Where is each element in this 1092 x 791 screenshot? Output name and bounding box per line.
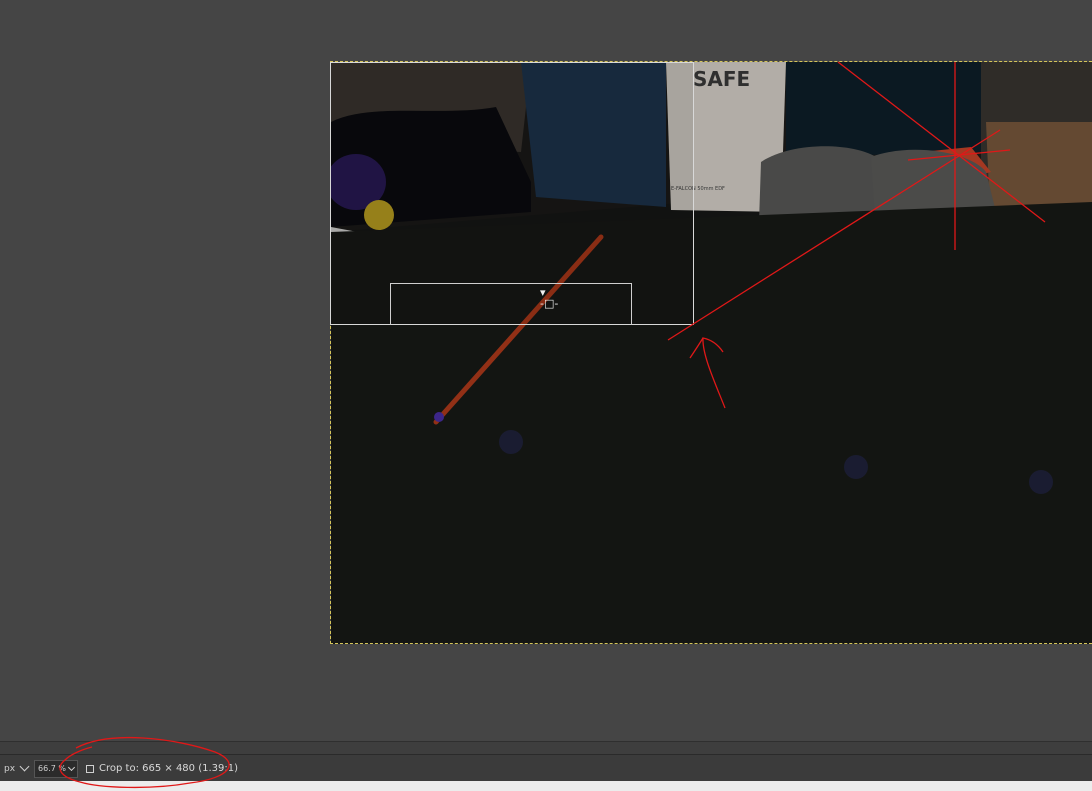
chevron-down-icon[interactable]	[67, 763, 76, 771]
zoom-value: 66.7 %	[38, 763, 67, 773]
image-canvas[interactable]: SAFE E-FALCON 50mm EDF ▾ -□-	[0, 0, 1092, 741]
crop-status-text: Crop to: 665 × 480 (1.39:1)	[99, 763, 239, 774]
crop-edge-handle[interactable]	[390, 283, 632, 325]
horizontal-scrollbar[interactable]	[0, 741, 1092, 754]
crop-resize-cursor-icon: ▾ -□-	[540, 286, 559, 310]
status-bar: px 66.7 % Crop to: 665 × 480 (1.39:1)	[0, 754, 1092, 782]
crop-icon	[86, 764, 95, 773]
partial-bottom-strip	[0, 781, 1092, 791]
unit-selector[interactable]: px	[2, 760, 30, 778]
zoom-selector[interactable]: 66.7 %	[34, 759, 79, 778]
chevron-down-icon[interactable]	[19, 761, 30, 772]
unit-label: px	[4, 763, 16, 774]
